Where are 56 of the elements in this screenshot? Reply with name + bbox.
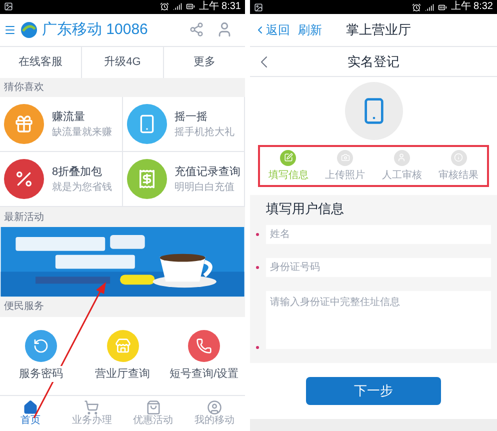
refresh-icon[interactable] (24, 330, 57, 362)
home-icon (23, 400, 38, 415)
step: 上传照片 (316, 150, 374, 182)
battery-icon (186, 2, 195, 12)
address-field[interactable]: 请输入身份证中完整住址信息 (266, 290, 491, 348)
input-field[interactable]: 姓名 (266, 224, 491, 244)
section-header: 最新活动 (0, 207, 245, 228)
recommend-item[interactable]: 摇一摇 摇手机抢大礼 (122, 97, 245, 152)
user-icon (394, 150, 410, 166)
user-icon (206, 400, 222, 415)
recommend-item[interactable]: 赚流量 缺流量就来赚 (0, 97, 122, 152)
image-icon (4, 2, 13, 12)
battery-icon (438, 2, 447, 12)
status-time: 上午 8:31 (198, 2, 241, 12)
input-field[interactable]: 身份证号码 (266, 258, 491, 276)
alarm-icon (412, 2, 421, 12)
item-subtitle: 摇手机抢大礼 (174, 126, 234, 140)
recommend-item[interactable]: 充值记录查询 明明白白充值 (122, 152, 245, 208)
item-title: 充值记录查询 (174, 164, 240, 180)
service-label: 服务密码 (18, 366, 63, 382)
item-title: 8折叠加包 (52, 164, 104, 180)
next-button[interactable]: 下一步 (306, 376, 441, 404)
cart-icon (84, 400, 100, 415)
recommend-item[interactable]: 8折叠加包 就是为您省钱 (0, 152, 122, 208)
back-link[interactable]: 返回 (254, 21, 290, 39)
camera-icon (337, 150, 354, 166)
status-time: 上午 8:32 (450, 2, 493, 12)
app-title: 广东移动 10086 (42, 20, 148, 40)
step: 人工审核 (374, 150, 430, 182)
image-icon (254, 2, 263, 12)
signal-icon (424, 2, 434, 12)
item-subtitle: 就是为您省钱 (52, 180, 112, 196)
section-header: 猜你喜欢 (0, 78, 245, 98)
edit-icon (280, 150, 296, 166)
alarm-icon (160, 2, 169, 12)
section-header: 便民服务 (0, 296, 245, 317)
signal-icon (172, 2, 182, 12)
info-icon (450, 150, 467, 166)
phone-icon[interactable] (188, 330, 220, 362)
step: 审核结果 (430, 150, 487, 182)
logo-icon (20, 20, 38, 39)
user-icon[interactable] (216, 21, 233, 38)
quick-link[interactable]: 更多 (164, 46, 245, 78)
bag-icon (146, 400, 161, 415)
share-icon[interactable] (189, 22, 204, 38)
page-title: 实名登记 (346, 52, 400, 71)
form-title: 填写用户信息 (266, 200, 345, 218)
item-subtitle: 明明白白充值 (174, 180, 236, 196)
store-icon[interactable] (106, 330, 138, 362)
window-title: 掌上营业厅 (346, 21, 411, 40)
item-title: 赚流量 (52, 110, 86, 125)
menu-icon[interactable] (4, 24, 16, 36)
step: 填写信息 (260, 150, 317, 182)
item-title: 摇一摇 (174, 110, 208, 125)
item-subtitle: 缺流量就来赚 (52, 126, 112, 140)
refresh-link[interactable]: 刷新 (298, 21, 322, 39)
